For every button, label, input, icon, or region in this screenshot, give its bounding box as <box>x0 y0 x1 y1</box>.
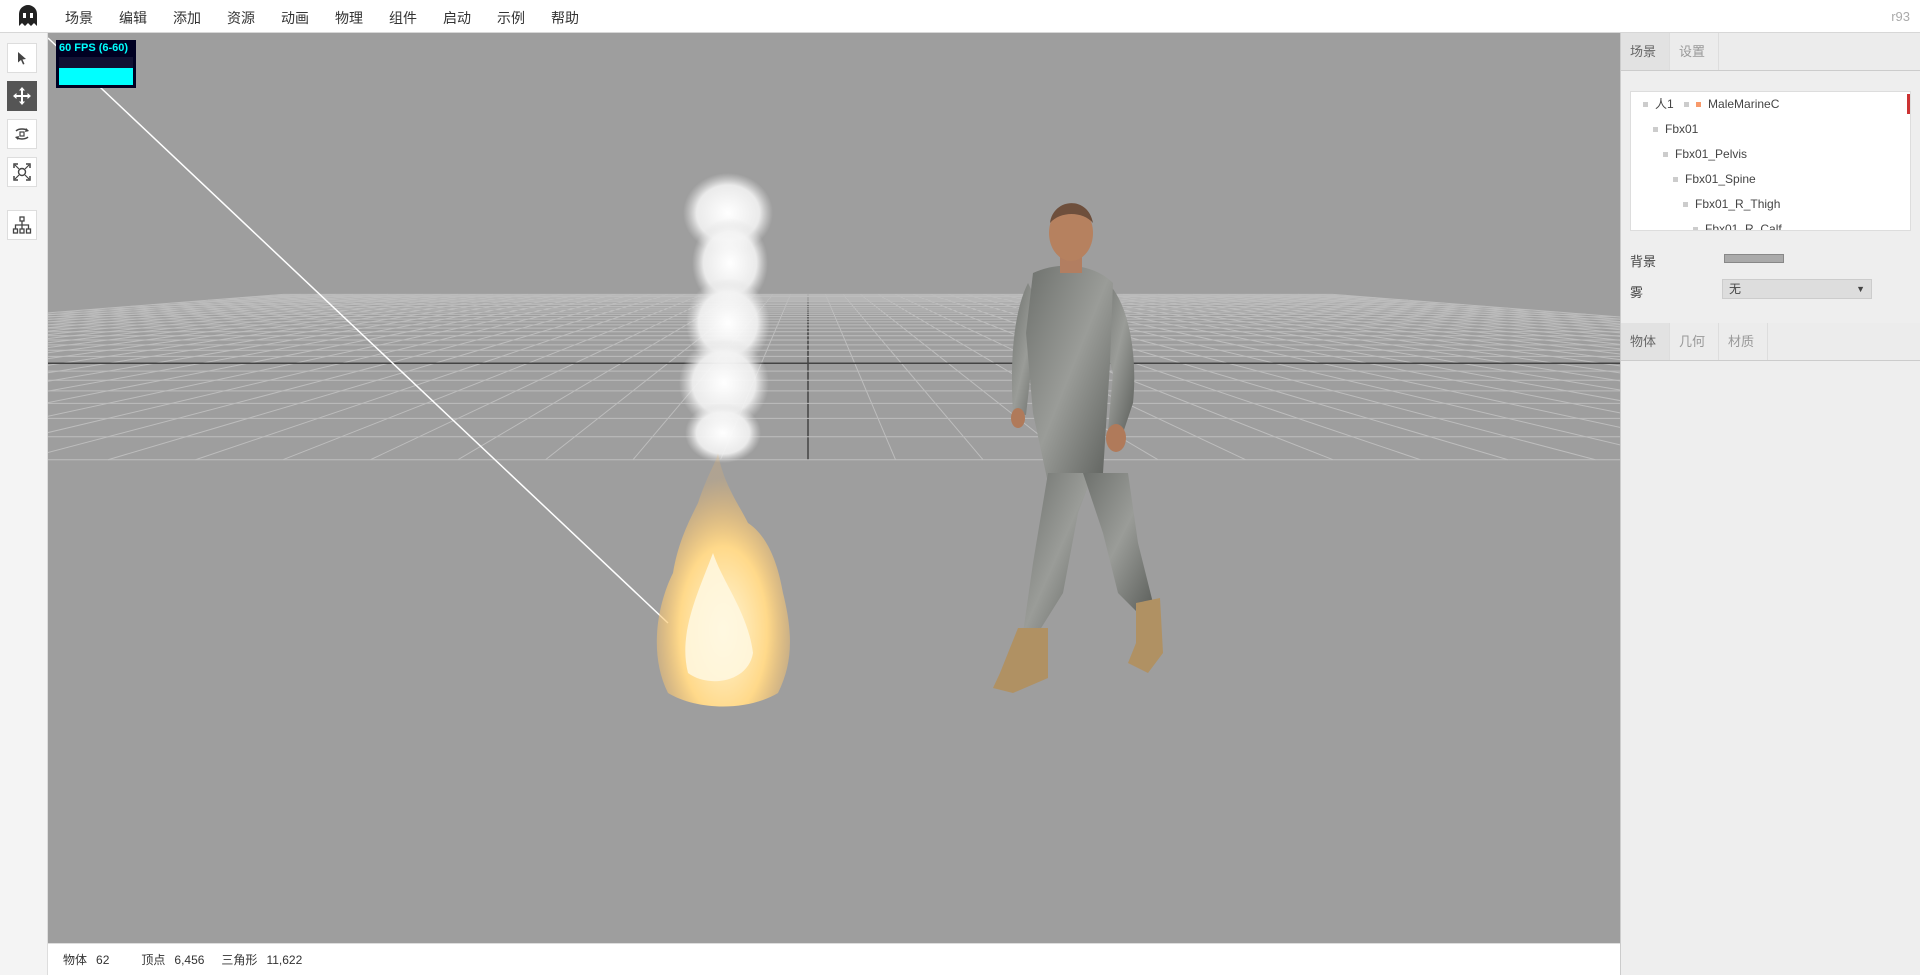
tab-settings[interactable]: 设置 <box>1670 33 1719 70</box>
node-bullet <box>1684 102 1690 108</box>
sidebar-top-tabs: 场景 设置 <box>1621 33 1920 71</box>
3d-viewport[interactable]: 60 FPS (6-60) <box>48 33 1620 943</box>
outliner-root-child: MaleMarineC <box>1708 97 1780 111</box>
objects-stat: 物体 62 <box>63 951 109 968</box>
menubar: 场景 编辑 添加 资源 动画 物理 组件 启动 示例 帮助 r93 <box>0 0 1920 33</box>
outliner-row-label: Fbx01 <box>1665 122 1699 136</box>
select-tool-button[interactable] <box>7 43 37 73</box>
camera-helper-line <box>48 37 669 624</box>
outliner-row-label: Fbx01_R_Thigh <box>1695 197 1781 211</box>
menu-play[interactable]: 启动 <box>430 0 484 33</box>
ground-grid <box>48 293 1620 461</box>
outliner-row-label: Fbx01_Spine <box>1685 172 1756 186</box>
menu-add[interactable]: 添加 <box>160 0 214 33</box>
triangles-value: 11,622 <box>266 953 303 967</box>
outliner-row-label: Fbx01_R_Calf <box>1705 222 1782 231</box>
status-bar: 物体 62 顶点 6,456 三角形 11,622 <box>48 943 1620 975</box>
fog-select[interactable]: 无 ▼ <box>1722 279 1872 299</box>
vertices-value: 6,456 <box>174 953 205 967</box>
scene-outliner[interactable]: 人1 MaleMarineC Fbx01 Fbx01_Pelvis Fbx01_… <box>1630 91 1911 231</box>
main-menu: 场景 编辑 添加 资源 动画 物理 组件 启动 示例 帮助 <box>52 0 592 33</box>
left-toolbar <box>0 33 48 975</box>
version-label: r93 <box>1891 9 1910 24</box>
node-bullet <box>1653 127 1658 133</box>
triangles-stat: 三角形 11,622 <box>221 951 302 968</box>
node-bullet <box>1693 227 1698 230</box>
menu-help[interactable]: 帮助 <box>538 0 592 33</box>
triangles-label: 三角形 <box>221 953 258 967</box>
outliner-row-root[interactable]: 人1 MaleMarineC <box>1643 94 1779 114</box>
fps-graph-fill <box>59 68 133 85</box>
node-bullet <box>1663 152 1668 158</box>
smoke-particles <box>679 173 773 463</box>
rotate-tool-button[interactable] <box>7 119 37 149</box>
fog-select-value: 无 <box>1729 282 1742 296</box>
fps-graph <box>59 57 133 85</box>
rotate-icon <box>15 128 29 140</box>
hierarchy-tool-button[interactable] <box>7 210 37 240</box>
objects-label: 物体 <box>63 953 88 967</box>
outliner-row[interactable]: Fbx01_Spine <box>1673 169 1756 189</box>
outliner-row[interactable]: Fbx01 <box>1653 119 1698 139</box>
fog-label: 雾 <box>1630 285 1644 300</box>
outliner-row[interactable]: Fbx01_R_Thigh <box>1683 194 1780 214</box>
node-bullet <box>1673 177 1678 183</box>
ghost-icon[interactable] <box>16 4 40 28</box>
fire-particles <box>656 453 790 707</box>
fps-stats-panel[interactable]: 60 FPS (6-60) <box>56 40 136 88</box>
background-color-swatch[interactable] <box>1724 254 1784 263</box>
translate-tool-button[interactable] <box>7 81 37 111</box>
scene-render <box>48 37 1620 707</box>
outliner-row[interactable]: Fbx01_Pelvis <box>1663 144 1747 164</box>
vertices-stat: 顶点 6,456 <box>141 951 204 968</box>
cursor-icon <box>18 52 26 65</box>
menu-edit[interactable]: 编辑 <box>106 0 160 33</box>
node-bullet <box>1683 202 1688 208</box>
menu-examples[interactable]: 示例 <box>484 0 538 33</box>
scale-icon <box>13 163 31 181</box>
menu-component[interactable]: 组件 <box>376 0 430 33</box>
fps-label: 60 FPS (6-60) <box>59 42 129 54</box>
vertices-label: 顶点 <box>141 953 166 967</box>
node-bullet <box>1643 102 1648 108</box>
tab-scene[interactable]: 场景 <box>1621 33 1670 70</box>
tab-geometry[interactable]: 几何 <box>1670 323 1719 360</box>
scale-tool-button[interactable] <box>7 157 37 187</box>
outliner-root-label: 人1 <box>1655 97 1674 111</box>
outliner-row[interactable]: Fbx01_R_Calf <box>1693 219 1782 231</box>
outliner-scrollbar[interactable] <box>1907 94 1910 114</box>
outliner-row-label: Fbx01_Pelvis <box>1675 147 1748 161</box>
chevron-down-icon: ▼ <box>1856 284 1865 294</box>
mesh-bullet <box>1696 102 1702 108</box>
properties-panel: 物体 几何 材质 <box>1621 323 1920 975</box>
hierarchy-icon <box>12 216 32 234</box>
tab-material[interactable]: 材质 <box>1719 323 1768 360</box>
tab-object[interactable]: 物体 <box>1621 323 1670 360</box>
move-arrows-icon <box>13 87 31 105</box>
menu-animation[interactable]: 动画 <box>268 0 322 33</box>
background-label: 背景 <box>1630 254 1657 269</box>
menu-scene[interactable]: 场景 <box>52 0 106 33</box>
menu-physics[interactable]: 物理 <box>322 0 376 33</box>
right-sidebar: 场景 设置 人1 MaleMarineC Fbx01 Fbx01_Pelvis … <box>1620 33 1920 975</box>
menu-assets[interactable]: 资源 <box>214 0 268 33</box>
sidebar-bottom-tabs: 物体 几何 材质 <box>1621 323 1920 361</box>
objects-value: 62 <box>96 953 110 967</box>
